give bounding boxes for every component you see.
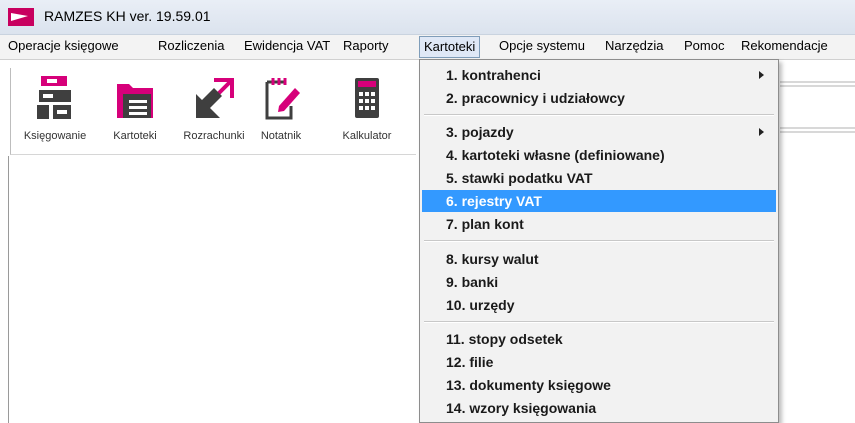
folder-icon	[117, 84, 153, 118]
menu-raporty[interactable]: Raporty	[339, 35, 393, 57]
menu-item-pracownicy[interactable]: 2. pracownicy i udziałowcy	[422, 87, 776, 109]
menu-item-kartoteki-wlasne[interactable]: 4. kartoteki własne (definiowane)	[422, 144, 776, 166]
menu-item-stopy-odsetek[interactable]: 11. stopy odsetek	[422, 328, 776, 350]
menu-separator	[424, 321, 774, 323]
background-panel-edges	[780, 81, 855, 133]
submenu-arrow-icon	[759, 128, 764, 136]
ledger-binders-icon	[37, 76, 71, 119]
menu-item-urzedy[interactable]: 10. urzędy	[422, 294, 776, 316]
menu-item-stawki-vat[interactable]: 5. stawki podatku VAT	[422, 167, 776, 189]
settlement-arrows-icon	[196, 78, 234, 118]
menu-item-label: 9. banki	[446, 274, 499, 290]
menu-item-label: 5. stawki podatku VAT	[446, 170, 593, 186]
menu-item-kursy-walut[interactable]: 8. kursy walut	[422, 248, 776, 270]
window-title: RAMZES KH ver. 19.59.01	[44, 8, 211, 24]
menu-item-label: 6. rejestry VAT	[446, 193, 542, 209]
kartoteki-dropdown-menu: 1. kontrahenci 2. pracownicy i udziałowc…	[419, 59, 779, 423]
notepad-pencil-icon	[265, 78, 300, 120]
menu-item-label: 3. pojazdy	[446, 124, 514, 140]
toolbar-label: Księgowanie	[23, 130, 87, 142]
menu-item-dokumenty-ksiegowe[interactable]: 13. dokumenty księgowe	[422, 374, 776, 396]
menu-item-banki[interactable]: 9. banki	[422, 271, 776, 293]
menu-rozliczenia[interactable]: Rozliczenia	[154, 35, 228, 57]
menu-kartoteki[interactable]: Kartoteki	[419, 36, 481, 58]
menu-item-wzory-ksiegowania[interactable]: 14. wzory księgowania	[422, 397, 776, 419]
menu-bar: Operacje księgowe Rozliczenia Ewidencja …	[0, 35, 855, 60]
workspace-left-border	[8, 156, 9, 423]
menu-item-label: 7. plan kont	[446, 216, 524, 232]
menu-item-label: 1. kontrahenci	[446, 67, 541, 83]
toolbar-label: Rozrachunki	[183, 130, 245, 142]
toolbar-label: Notatnik	[260, 130, 302, 142]
ramzes-logo-icon	[8, 8, 34, 26]
menu-item-label: 8. kursy walut	[446, 251, 539, 267]
menu-item-label: 12. filie	[446, 354, 494, 370]
menu-item-filie[interactable]: 12. filie	[422, 351, 776, 373]
menu-operacje-ksiegowe[interactable]: Operacje księgowe	[4, 35, 123, 57]
title-bar: RAMZES KH ver. 19.59.01	[0, 0, 855, 35]
menu-item-label: 4. kartoteki własne (definiowane)	[446, 147, 665, 163]
toolbar-notatnik-button[interactable]: Notatnik	[243, 72, 319, 152]
menu-item-pojazdy[interactable]: 3. pojazdy	[422, 121, 776, 143]
menu-separator	[424, 114, 774, 116]
menu-rekomendacje[interactable]: Rekomendacje	[737, 35, 832, 57]
menu-ewidencja-vat[interactable]: Ewidencja VAT	[240, 35, 334, 57]
toolbar-rozrachunki-button[interactable]: Rozrachunki	[176, 72, 252, 152]
menu-item-plan-kont[interactable]: 7. plan kont	[422, 213, 776, 235]
toolbar-label: Kartoteki	[113, 130, 157, 142]
menu-item-kontrahenci[interactable]: 1. kontrahenci	[422, 64, 776, 86]
menu-item-label: 11. stopy odsetek	[446, 331, 563, 347]
menu-item-label: 10. urzędy	[446, 297, 515, 313]
menu-narzedzia[interactable]: Narzędzia	[601, 35, 668, 57]
menu-separator	[424, 240, 774, 242]
menu-opcje-systemu[interactable]: Opcje systemu	[495, 35, 589, 57]
menu-item-label: 13. dokumenty księgowe	[446, 377, 611, 393]
menu-item-label: 14. wzory księgowania	[446, 400, 597, 416]
calculator-icon	[355, 78, 379, 118]
menu-item-label: 2. pracownicy i udziałowcy	[446, 90, 625, 106]
toolbar-label: Kalkulator	[342, 130, 392, 142]
toolbar-kartoteki-button[interactable]: Kartoteki	[97, 72, 173, 152]
menu-item-rejestry-vat[interactable]: 6. rejestry VAT	[422, 190, 776, 212]
submenu-arrow-icon	[759, 71, 764, 79]
menu-pomoc[interactable]: Pomoc	[680, 35, 728, 57]
toolbar-ksiegowanie-button[interactable]: Księgowanie	[17, 72, 93, 152]
toolbar-kalkulator-button[interactable]: Kalkulator	[329, 72, 405, 152]
